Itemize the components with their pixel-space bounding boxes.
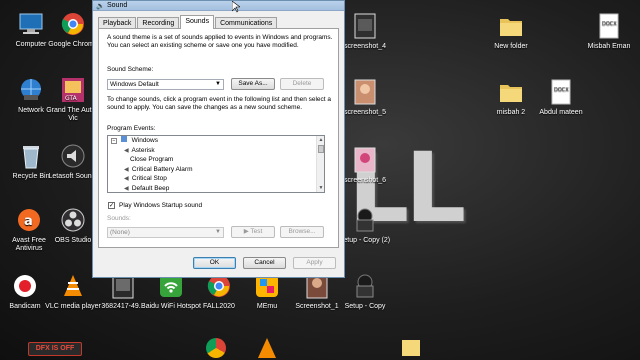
list-item[interactable]: ◀ Critical Stop xyxy=(108,174,324,184)
computer-icon xyxy=(17,10,45,38)
startup-sound-checkbox[interactable]: ✓ xyxy=(108,202,115,209)
chevron-down-icon: ▼ xyxy=(215,229,221,235)
list-item[interactable]: Close Program xyxy=(108,155,324,165)
list-item-label: Default Beep xyxy=(131,184,170,192)
image-file-icon xyxy=(351,12,379,40)
events-scrollbar[interactable]: ▲ ▼ xyxy=(316,136,324,192)
sound-select[interactable]: (None) ▼ xyxy=(107,227,224,238)
apply-button[interactable]: Apply xyxy=(293,257,336,269)
windows-icon xyxy=(120,136,127,142)
wallpaper-letters-2: L xyxy=(405,132,467,244)
chevron-down-icon: ▼ xyxy=(215,81,221,87)
events-label: Program Events: xyxy=(107,125,156,132)
cancel-button[interactable]: Cancel xyxy=(243,257,286,269)
desktop-icon-misbah-eman[interactable]: DOCX Misbah Eman xyxy=(578,12,640,51)
browse-button[interactable]: Browse... xyxy=(280,226,324,238)
list-item-label: Windows xyxy=(131,137,158,144)
folder-icon xyxy=(497,78,525,106)
list-item[interactable]: ◀ Critical Battery Alarm xyxy=(108,165,324,175)
avast-icon: a xyxy=(15,206,43,234)
sounds-label: Sounds: xyxy=(107,215,131,222)
desktop-icon-label: Misbah Eman xyxy=(587,43,631,50)
list-item-label: Asterisk xyxy=(131,146,155,154)
tab-sounds[interactable]: Sounds xyxy=(180,15,215,29)
dfx-badge-label: DFX IS OFF xyxy=(35,345,75,352)
list-item-label: Close Program xyxy=(130,156,174,164)
delete-button[interactable]: Delete xyxy=(280,78,324,90)
ok-button[interactable]: OK xyxy=(193,257,236,269)
scheme-label: Sound Scheme: xyxy=(107,66,154,73)
program-events-list[interactable]: − Windows ◀ Asterisk Close Program ◀ Cri… xyxy=(107,135,325,193)
speaker-icon: ◀ xyxy=(124,185,129,192)
desktop-icon-label: Setup - Copy xyxy=(344,303,386,310)
list-item[interactable]: ◀ Asterisk xyxy=(108,146,324,156)
svg-text:a: a xyxy=(24,214,33,229)
setup-icon xyxy=(351,206,379,234)
list-item-label: Critical Stop xyxy=(131,175,167,183)
taskbar-partial-icons xyxy=(110,336,430,360)
list-item[interactable]: ◀ Default Beep xyxy=(108,184,324,192)
scheme-select[interactable]: Windows Default ▼ xyxy=(107,79,224,90)
scroll-thumb[interactable] xyxy=(318,145,324,153)
intro-text: A sound theme is a set of sounds applied… xyxy=(107,34,333,49)
list-item[interactable]: − Windows xyxy=(108,136,324,146)
scroll-down-icon[interactable]: ▼ xyxy=(317,184,324,192)
test-label: Test xyxy=(250,228,263,235)
vlc-icon xyxy=(59,272,87,300)
svg-text:DOCX: DOCX xyxy=(554,87,569,93)
dialog-titlebar[interactable]: 🔈 Sound xyxy=(93,1,344,11)
chrome-icon xyxy=(59,10,87,38)
network-icon xyxy=(17,76,45,104)
list-item-label: Critical Battery Alarm xyxy=(131,165,193,173)
sounds-panel: A sound theme is a set of sounds applied… xyxy=(98,28,339,248)
image-file-icon xyxy=(351,146,379,174)
recycle-bin-icon xyxy=(17,142,45,170)
tab-bar: Playback Recording Sounds Communications xyxy=(98,15,278,29)
desktop-icon-abdul-mateen[interactable]: DOCX Abdul mateen xyxy=(530,78,592,117)
startup-sound-label: Play Windows Startup sound xyxy=(119,202,203,209)
collapse-icon: − xyxy=(111,138,117,144)
desktop-icon-label: Abdul mateen xyxy=(539,109,583,116)
speaker-app-icon xyxy=(59,142,87,170)
speaker-icon: 🔈 xyxy=(96,3,105,10)
test-button[interactable]: ▶ Test xyxy=(231,226,275,238)
vlc-icon xyxy=(258,338,276,358)
folder-icon xyxy=(497,12,525,40)
image-file-icon xyxy=(351,78,379,106)
chrome-icon xyxy=(206,338,226,358)
dialog-title: Sound xyxy=(107,2,128,9)
mouse-cursor xyxy=(231,0,241,18)
desktop-icon-new-folder[interactable]: New folder xyxy=(480,12,542,51)
scheme-value: Windows Default xyxy=(110,81,159,88)
save-as-button[interactable]: Save As... xyxy=(231,78,275,90)
docx-icon: DOCX xyxy=(595,12,623,40)
svg-text:GTA: GTA xyxy=(65,95,78,102)
instructions-text: To change sounds, click a program event … xyxy=(107,96,332,111)
svg-text:DOCX: DOCX xyxy=(602,21,617,27)
docx-icon: DOCX xyxy=(547,78,575,106)
sound-value: (None) xyxy=(110,229,130,236)
sound-dialog: 🔈 Sound Playback Recording Sounds Commun… xyxy=(92,0,345,278)
scroll-up-icon[interactable]: ▲ xyxy=(317,136,324,144)
setup-icon xyxy=(351,272,379,300)
desktop-icon-label: New folder xyxy=(494,43,528,50)
dfx-badge[interactable]: DFX IS OFF xyxy=(28,342,82,356)
folder-icon xyxy=(402,340,420,356)
bandicam-icon xyxy=(11,272,39,300)
game-icon: GTA xyxy=(59,76,87,104)
obs-icon xyxy=(59,206,87,234)
